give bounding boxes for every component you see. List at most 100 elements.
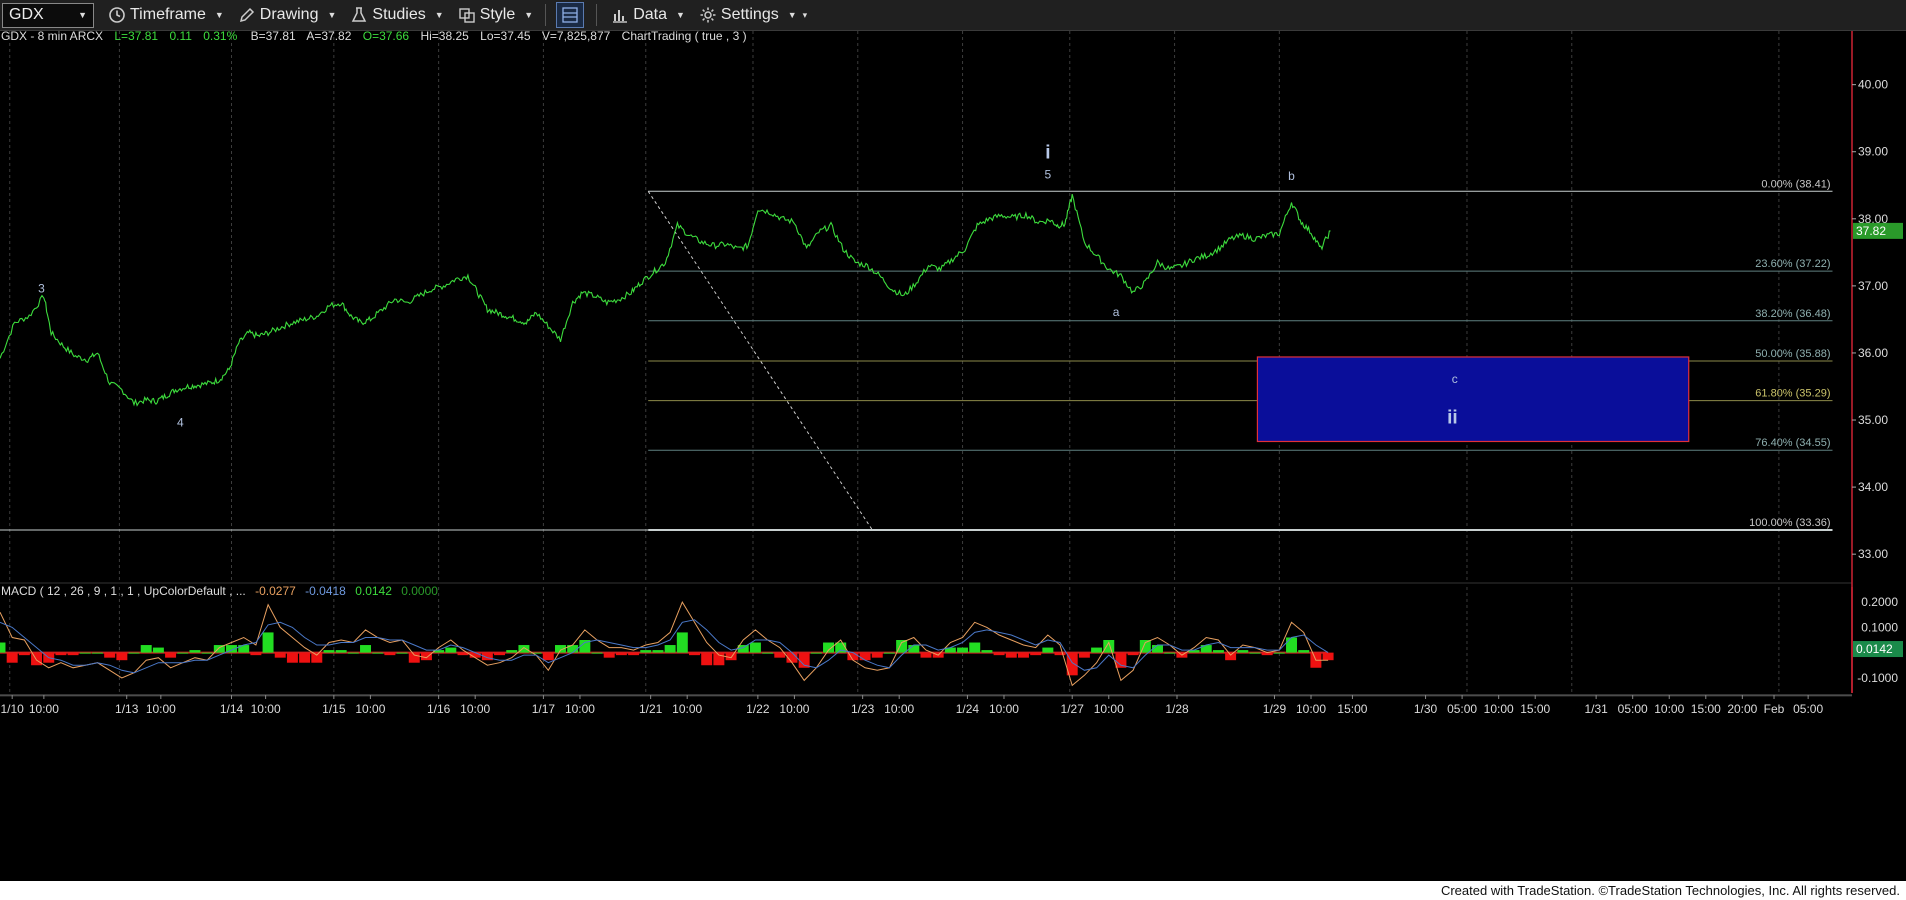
chevron-down-icon: ▼ (434, 10, 444, 20)
chart-axes: 40.0039.0038.0037.0036.0035.0034.0033.00… (0, 31, 1906, 881)
wave-label: 3 (38, 282, 45, 296)
macd-signal-line (0, 619, 1329, 674)
time-axis-label: 10:00 (672, 702, 702, 716)
macd-histogram-bar (1078, 652, 1090, 658)
fib-level-label: 50.00% (35.88) (1755, 348, 1830, 360)
studies-label: Studies (372, 6, 426, 23)
macd-signal-value: -0.0418 (305, 584, 346, 598)
layout-icon (562, 7, 578, 23)
macd-histogram-bar (1164, 652, 1176, 654)
symbol-selector[interactable]: GDX ▼ (2, 2, 94, 28)
fib-level-label: 76.40% (34.55) (1755, 437, 1830, 449)
macd-histogram-bar (823, 642, 835, 653)
macd-histogram-bar (335, 650, 347, 653)
price-line (0, 193, 1331, 407)
wave-label: c (1452, 372, 1458, 386)
macd-histogram-bar (1152, 645, 1163, 653)
time-axis-label: 05:00 (1447, 702, 1477, 716)
settings-menu[interactable]: Settings ▼ ▾ (699, 6, 807, 24)
wave-label: b (1288, 169, 1295, 183)
macd-histogram-bar (518, 645, 530, 653)
drawing-menu[interactable]: Drawing ▼ (238, 6, 337, 24)
time-axis-label: 1/28 (1165, 702, 1189, 716)
macd-histogram-bar (445, 647, 457, 653)
symbol-description: GDX - 8 min ARCX (1, 31, 103, 43)
studies-menu[interactable]: Studies ▼ (350, 6, 444, 24)
macd-histogram-bar (1286, 637, 1298, 653)
time-axis-label: 1/22 (746, 702, 770, 716)
macd-histogram-bar (201, 652, 213, 654)
macd-histogram-bar (1322, 652, 1334, 661)
macd-histogram-bar (871, 652, 883, 658)
macd-histogram-bar (104, 652, 116, 658)
macd-histogram-bar (91, 652, 103, 654)
time-axis-label: 05:00 (1618, 702, 1648, 716)
footer-bar: Created with TradeStation. ©TradeStation… (0, 881, 1906, 900)
data-label: Data (633, 6, 667, 23)
target-zone-box[interactable] (1256, 356, 1690, 443)
macd-histogram-bar (591, 652, 603, 654)
time-axis-label: 1/16 (427, 702, 451, 716)
time-axis-label: 1/23 (851, 702, 875, 716)
macd-histogram-bar (67, 652, 79, 656)
macd-histogram-bar (1042, 647, 1054, 653)
wave-label: ii (1447, 407, 1458, 428)
toolbar-divider (596, 4, 598, 26)
macd-last-value-tag-label: 0.0142 (1856, 642, 1893, 656)
macd-histogram-bar (1298, 650, 1310, 653)
macd-histogram-bar (1017, 652, 1029, 658)
macd-histogram-bar (774, 652, 786, 658)
macd-histogram-bar (18, 652, 30, 656)
data-menu[interactable]: Data ▼ (611, 6, 685, 24)
layout-toggle-button[interactable] (556, 2, 585, 28)
macd-histogram-bar (6, 652, 18, 663)
macd-histogram-bar (116, 652, 128, 661)
wave-label: 4 (177, 416, 184, 430)
time-axis-label: 1/21 (639, 702, 663, 716)
chevron-down-icon: ▼ (787, 10, 797, 20)
chevron-down-icon: ▼ (327, 10, 337, 20)
macd-histogram-bar (628, 652, 640, 656)
time-axis-label: 15:00 (1337, 702, 1367, 716)
fib-level-label: 61.80% (35.29) (1755, 388, 1830, 400)
price-axis-label: 37.00 (1858, 279, 1888, 293)
macd-histogram-bar (1249, 652, 1261, 654)
timeframe-menu[interactable]: Timeframe ▼ (108, 6, 224, 24)
pencil-icon (239, 7, 254, 23)
price-series (0, 193, 1331, 407)
price-axis-label: 34.00 (1858, 480, 1888, 494)
time-axis-label: 1/30 (1414, 702, 1438, 716)
macd-histogram-bar (1225, 652, 1237, 661)
macd-axis-label: 0.2000 (1861, 595, 1898, 609)
macd-zero-value: 0.0000 (401, 584, 438, 598)
macd-histogram-bar (969, 642, 981, 653)
time-axis-label: 10:00 (1094, 702, 1124, 716)
price-chart[interactable]: 0.00% (38.41) 23.60% (37.22) 38.20% (36.48… (0, 31, 1906, 881)
macd-value: -0.0277 (255, 584, 296, 598)
macd-label: MACD ( 12 , 26 , 9 , 1 , 1 , UpColorDefa… (1, 584, 246, 598)
macd-histogram-bar (372, 652, 384, 654)
last-price: L=37.81 (114, 31, 158, 43)
wave-label: i (1045, 142, 1050, 163)
macd-histogram-bar (1212, 650, 1224, 653)
macd-histogram-bar (0, 642, 6, 653)
time-axis-label: 10:00 (1296, 702, 1326, 716)
style-menu[interactable]: Style ▼ (458, 6, 533, 24)
macd-histogram-bar (676, 632, 688, 653)
macd-histogram-bar (1273, 652, 1285, 654)
fib-level-label: 0.00% (38.41) (1761, 178, 1830, 190)
wave-label: a (1113, 305, 1120, 319)
macd-histogram-bar (347, 652, 359, 654)
macd-panel (0, 600, 1334, 687)
macd-axis-label: 0.1000 (1861, 620, 1898, 634)
pct-change: 0.31% (203, 31, 237, 43)
fibonacci-retracement[interactable]: 0.00% (38.41) 23.60% (37.22) 38.20% (36.48… (0, 178, 1833, 532)
time-axis-label: 1/17 (532, 702, 556, 716)
ask-price: A=37.82 (306, 31, 351, 43)
fib-level-label: 38.20% (36.48) (1755, 308, 1830, 320)
clock-icon (109, 7, 125, 23)
macd-histogram-bar (262, 632, 274, 653)
chevron-down-icon: ▾ (802, 9, 808, 20)
macd-histogram-bar (360, 645, 372, 653)
time-axis-label: 1/13 (115, 702, 139, 716)
